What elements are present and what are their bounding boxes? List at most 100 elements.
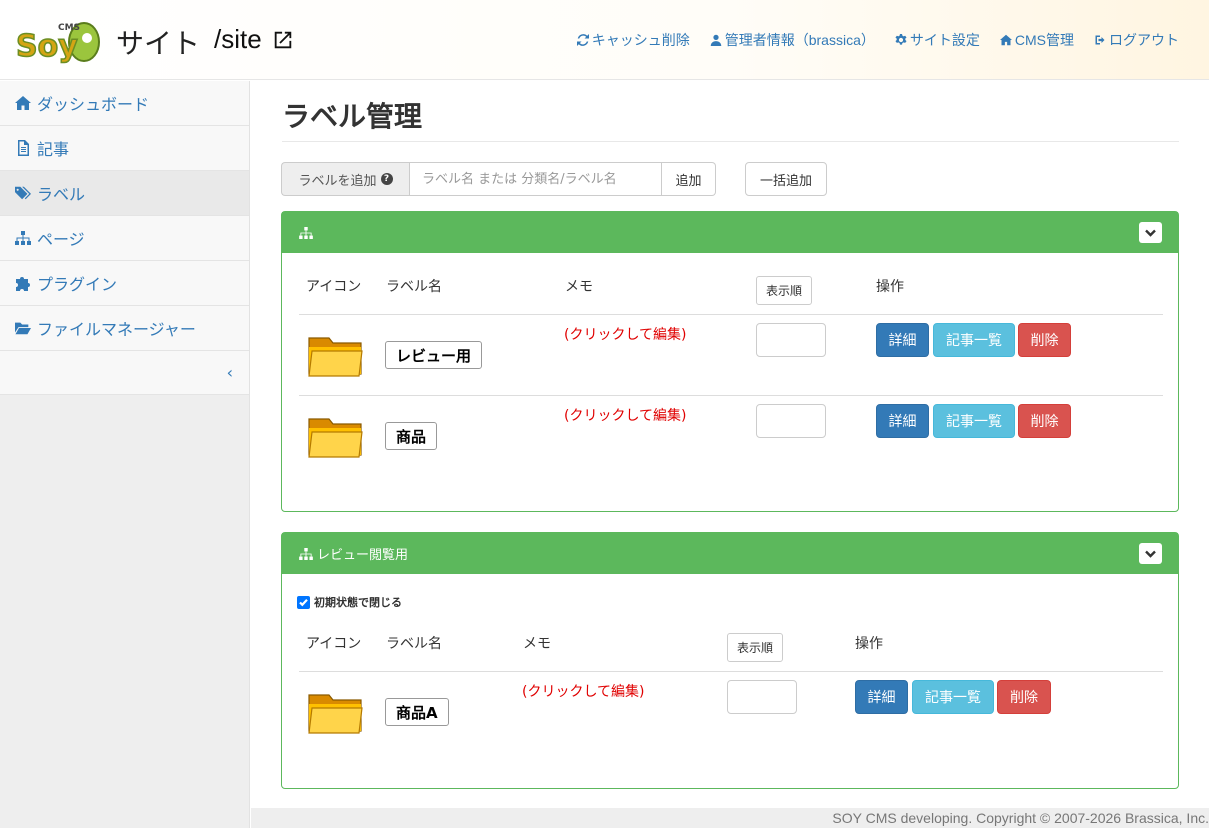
column-header-memo: メモ bbox=[523, 636, 551, 652]
column-header-actions: 操作 bbox=[855, 636, 883, 652]
logout-link[interactable]: ログアウト bbox=[1094, 30, 1179, 50]
site-settings-link[interactable]: サイト設定 bbox=[895, 30, 980, 50]
detail-button[interactable]: 詳細 bbox=[876, 323, 929, 357]
sidebar-item-label: ファイルマネージャー bbox=[37, 320, 196, 339]
logout-label[interactable]: ログアウト bbox=[1109, 30, 1179, 50]
chevron-down-icon bbox=[1145, 550, 1156, 558]
sidebar-item-label: ページ bbox=[37, 230, 85, 249]
sitemap-icon bbox=[299, 226, 313, 239]
site-path-link[interactable]: /site bbox=[214, 24, 294, 55]
clear-cache-link[interactable]: キャッシュ削除 bbox=[576, 30, 690, 50]
sidebar-item-file-manager[interactable]: ファイルマネージャー bbox=[0, 306, 249, 351]
gear-icon bbox=[895, 34, 907, 45]
table-divider bbox=[299, 314, 1163, 315]
puzzle-icon bbox=[16, 277, 30, 291]
folder-open-icon bbox=[15, 322, 31, 335]
display-order-input[interactable] bbox=[756, 404, 826, 438]
checkbox-label[interactable]: 初期状態で閉じる bbox=[314, 594, 402, 610]
chevron-left-icon[interactable]: ‹ bbox=[227, 363, 233, 382]
sidebar-item-plugins[interactable]: プラグイン bbox=[0, 261, 249, 306]
refresh-icon bbox=[576, 34, 589, 46]
clear-cache-label[interactable]: キャッシュ削除 bbox=[592, 30, 690, 50]
sitemap-icon bbox=[15, 231, 31, 245]
folder-icon[interactable] bbox=[307, 332, 365, 378]
home-icon bbox=[15, 96, 31, 110]
sidebar-menu: ダッシュボード 記事 ラベル ページ プラグイン ファイルマネージャー bbox=[0, 81, 249, 351]
header: Soy CMS サイト /site キャッシュ削除 管理者情報（brassica… bbox=[0, 0, 1209, 80]
top-nav: キャッシュ削除 管理者情報（brassica） サイト設定 CMS管理 ログアウ… bbox=[576, 30, 1179, 50]
sidebar-collapse-button[interactable]: ‹ bbox=[0, 351, 249, 395]
memo-edit-link[interactable]: (クリックして編集) bbox=[522, 681, 645, 701]
group-toggle-button[interactable] bbox=[1139, 543, 1162, 564]
sort-order-button[interactable]: 表示順 bbox=[727, 633, 784, 662]
checkbox-checked[interactable] bbox=[297, 595, 310, 609]
label-name-input[interactable] bbox=[409, 162, 662, 196]
sidebar-item-entries[interactable]: 記事 bbox=[0, 126, 249, 171]
sidebar-item-pages[interactable]: ページ bbox=[0, 216, 249, 261]
svg-text:CMS: CMS bbox=[58, 23, 80, 33]
memo-edit-link[interactable]: (クリックして編集) bbox=[564, 324, 687, 344]
delete-button[interactable]: 削除 bbox=[1018, 323, 1071, 357]
delete-button[interactable]: 削除 bbox=[1018, 404, 1071, 438]
checkmark-icon bbox=[299, 598, 308, 606]
cms-admin-label[interactable]: CMS管理 bbox=[1015, 30, 1074, 50]
add-label-addon: ラベルを追加 ? bbox=[281, 162, 409, 196]
add-label-button[interactable]: 追加 bbox=[662, 162, 716, 196]
svg-text:Soy: Soy bbox=[16, 29, 78, 64]
label-group-panel: アイコン ラベル名 メモ 表示順 操作 レビュー用 (クリックして編集) 詳細 … bbox=[281, 211, 1179, 512]
sidebar-item-label: ラベル bbox=[37, 185, 86, 204]
entry-list-button[interactable]: 記事一覧 bbox=[912, 680, 994, 714]
question-circle-icon[interactable]: ? bbox=[380, 173, 393, 185]
site-path-text[interactable]: /site bbox=[214, 24, 262, 55]
add-label-form: ラベルを追加 ? 追加 bbox=[281, 162, 716, 196]
soy-cms-logo[interactable]: Soy CMS bbox=[14, 14, 104, 66]
external-link-icon[interactable] bbox=[272, 29, 294, 51]
sort-order-button[interactable]: 表示順 bbox=[756, 276, 813, 305]
admin-info-label[interactable]: 管理者情報（brassica） bbox=[725, 30, 875, 50]
tags-icon bbox=[15, 186, 31, 200]
file-icon bbox=[18, 140, 29, 156]
admin-info-link[interactable]: 管理者情報（brassica） bbox=[710, 30, 875, 50]
column-header-actions: 操作 bbox=[876, 279, 904, 295]
site-settings-label[interactable]: サイト設定 bbox=[910, 30, 980, 50]
entry-list-button[interactable]: 記事一覧 bbox=[933, 323, 1015, 357]
column-header-icon: アイコン bbox=[306, 636, 362, 652]
detail-button[interactable]: 詳細 bbox=[876, 404, 929, 438]
site-name: サイト bbox=[116, 27, 201, 60]
folder-icon[interactable] bbox=[307, 413, 365, 459]
label-name-chip[interactable]: 商品A bbox=[385, 698, 449, 726]
sidebar-item-label: ダッシュボード bbox=[37, 95, 150, 114]
collapse-initially-checkbox[interactable]: 初期状態で閉じる bbox=[297, 594, 402, 610]
add-label-addon-text: ラベルを追加 bbox=[298, 173, 377, 189]
page-title: ラベル管理 bbox=[282, 100, 423, 133]
home-icon bbox=[999, 34, 1012, 46]
folder-icon[interactable] bbox=[307, 689, 365, 735]
sidebar-item-label: 記事 bbox=[37, 140, 70, 159]
logout-icon bbox=[1095, 35, 1105, 45]
memo-edit-link[interactable]: (クリックして編集) bbox=[564, 405, 687, 425]
delete-button[interactable]: 削除 bbox=[997, 680, 1051, 714]
table-divider bbox=[299, 395, 1163, 396]
entry-list-button[interactable]: 記事一覧 bbox=[933, 404, 1015, 438]
column-header-memo: メモ bbox=[565, 279, 593, 295]
sidebar-item-dashboard[interactable]: ダッシュボード bbox=[0, 81, 249, 126]
group-toggle-button[interactable] bbox=[1139, 222, 1162, 243]
sidebar: ダッシュボード 記事 ラベル ページ プラグイン ファイルマネージャー ‹ bbox=[0, 81, 250, 828]
display-order-input[interactable] bbox=[727, 680, 797, 714]
detail-button[interactable]: 詳細 bbox=[855, 680, 908, 714]
display-order-input[interactable] bbox=[756, 323, 826, 357]
label-group-title: レビュー閲覧用 bbox=[317, 548, 409, 563]
bulk-add-button[interactable]: 一括追加 bbox=[745, 162, 827, 196]
label-group-header[interactable]: レビュー閲覧用 bbox=[282, 533, 1178, 574]
column-header-label-name: ラベル名 bbox=[386, 636, 442, 652]
footer: SOY CMS developing. Copyright © 2007-202… bbox=[251, 808, 1209, 828]
main-content: ラベル管理 ラベルを追加 ? 追加 一括追加 アイコン ラベル名 メモ 表示順 … bbox=[251, 81, 1209, 808]
cms-admin-link[interactable]: CMS管理 bbox=[999, 30, 1074, 50]
label-group-header[interactable] bbox=[282, 212, 1178, 253]
label-name-chip[interactable]: 商品 bbox=[385, 422, 438, 450]
label-name-chip[interactable]: レビュー用 bbox=[385, 341, 483, 369]
sitemap-icon bbox=[299, 547, 313, 560]
sidebar-item-labels[interactable]: ラベル bbox=[0, 171, 249, 216]
column-header-label-name: ラベル名 bbox=[386, 279, 442, 295]
column-header-icon: アイコン bbox=[306, 279, 362, 295]
